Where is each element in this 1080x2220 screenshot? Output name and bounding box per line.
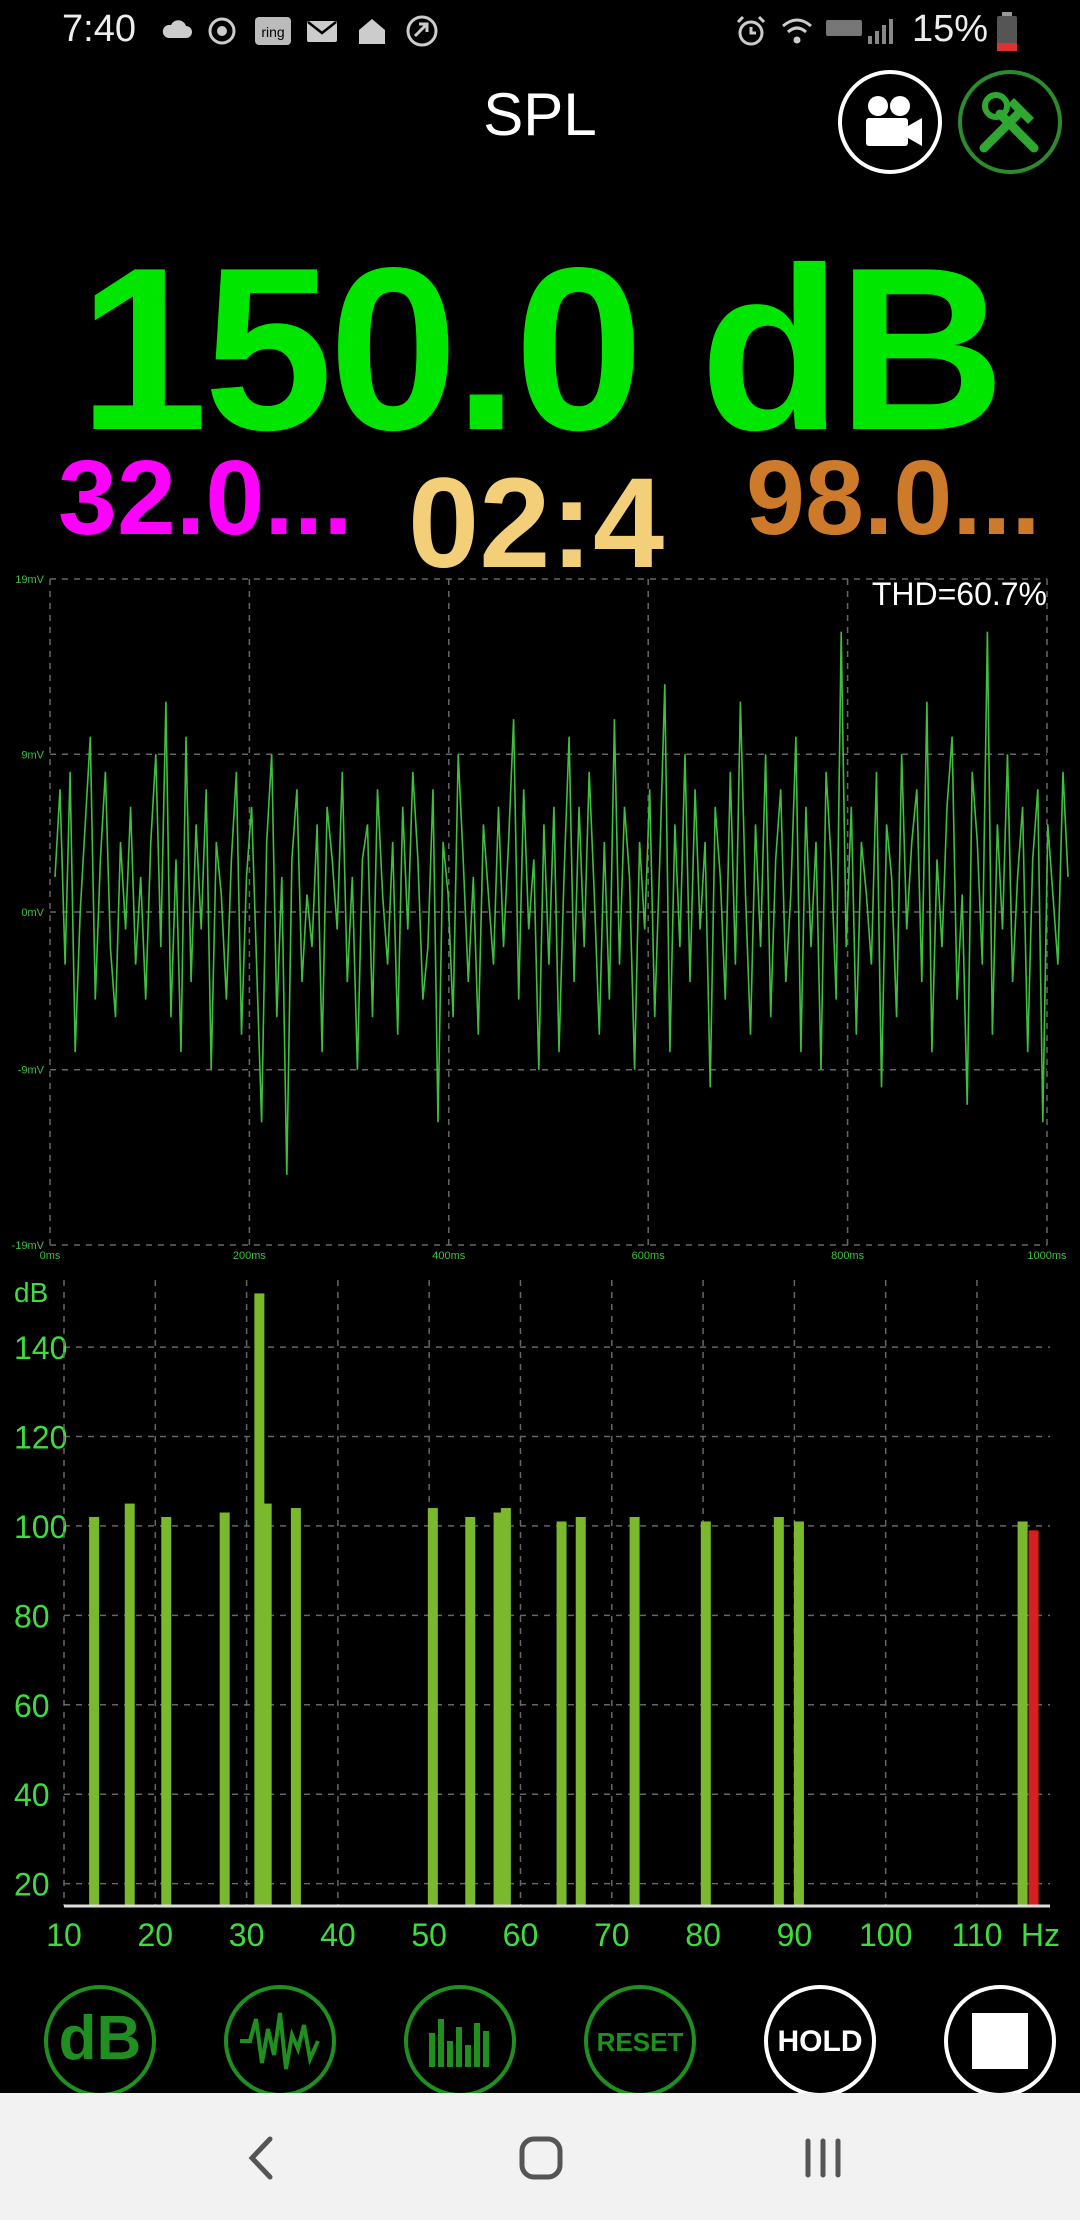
home-icon — [359, 19, 385, 44]
spectrum-bar — [500, 1508, 511, 1906]
spec-y-tick: 20 — [14, 1867, 50, 1903]
back-icon[interactable] — [240, 2133, 284, 2183]
spec-x-tick: 50 — [411, 1917, 447, 1953]
system-nav-bar — [0, 2093, 1080, 2220]
min-readout: 32.0... — [58, 439, 353, 557]
tools-icon — [979, 92, 1039, 153]
spec-x-tick: 90 — [777, 1917, 813, 1953]
hold-button[interactable]: HOLD — [764, 1985, 876, 2097]
wave-y-tick: 19mV — [15, 574, 44, 586]
reset-button[interactable]: RESET — [584, 1985, 696, 2097]
spectrum-bar — [700, 1521, 711, 1906]
spec-x-tick: 70 — [594, 1917, 630, 1953]
spec-x-tick: 60 — [503, 1917, 539, 1953]
recents-icon[interactable] — [800, 2133, 846, 2183]
spec-x-tick: 80 — [685, 1917, 721, 1953]
wave-x-tick: 600ms — [632, 1250, 666, 1262]
spectrum-bar — [261, 1503, 272, 1906]
status-bar: 7:40 ring 15% — [0, 0, 1080, 64]
spec-y-tick: 140 — [14, 1330, 67, 1366]
spec-y-tick: 80 — [14, 1598, 50, 1634]
spec-y-tick: 60 — [14, 1688, 50, 1724]
thd-label: THD=60.7% — [872, 576, 1047, 612]
status-time: 7:40 — [62, 8, 136, 50]
wave-x-tick: 1000ms — [1027, 1250, 1067, 1262]
spectrum-bar — [556, 1521, 567, 1906]
waveform-chart: 19mV9mV0mV-9mV-19mV0ms 200ms 400ms 600ms 800… — [12, 574, 1069, 1262]
video-record-button[interactable] — [838, 70, 942, 174]
spec-x-tick: 30 — [229, 1917, 265, 1953]
wave-x-tick: 800ms — [831, 1250, 865, 1262]
spl-readout: 150.0 dB — [78, 220, 1005, 479]
spectrum-bar — [290, 1508, 301, 1906]
battery-percent: 15% — [912, 8, 989, 50]
spectrum-peak-bar — [1028, 1530, 1039, 1906]
wave-y-tick: 0mV — [21, 907, 44, 919]
spectrum-chart: 20 40 60 80 100 120 140 10 20 30 40 50 60 70 80 90 100 11… — [14, 1277, 1060, 1953]
stop-icon — [972, 2013, 1028, 2069]
spectrum-bar — [629, 1516, 640, 1906]
spec-y-tick: 100 — [14, 1509, 67, 1545]
spectrum-bars-icon — [429, 2019, 489, 2067]
settings-tools-button[interactable] — [958, 70, 1062, 174]
spec-x-tick: 100 — [859, 1917, 912, 1953]
signal-icon — [868, 19, 893, 44]
spec-x-tick: 10 — [46, 1917, 82, 1953]
battery-icon — [997, 12, 1017, 51]
waveform-icon — [240, 2012, 320, 2070]
wave-x-tick: 0ms — [40, 1250, 61, 1262]
spec-y-tick: 120 — [14, 1420, 67, 1456]
home-button-icon[interactable] — [518, 2133, 564, 2183]
stop-button[interactable] — [944, 1985, 1056, 2097]
spectrum-bar — [773, 1516, 784, 1906]
cast-icon — [406, 15, 438, 47]
hold-button-label: HOLD — [778, 2025, 863, 2058]
ring-icon: ring — [255, 17, 291, 45]
spec-y-axis-label: dB — [14, 1277, 48, 1308]
spec-x-tick: 40 — [320, 1917, 356, 1953]
waveform-line — [54, 631, 1069, 1175]
spec-x-tick: 20 — [137, 1917, 173, 1953]
db-mode-button[interactable]: dB — [44, 1985, 156, 2097]
spectrum-bar — [1017, 1521, 1028, 1906]
max-readout: 98.0... — [746, 439, 1041, 557]
wave-x-tick: 200ms — [233, 1250, 267, 1262]
spec-x-axis-label: Hz — [1021, 1917, 1060, 1953]
waveform-mode-button[interactable] — [224, 1985, 336, 2097]
spec-x-tick: 110 — [951, 1917, 1002, 1953]
spectrum-bar — [124, 1503, 135, 1906]
alarm-icon — [736, 15, 766, 46]
reset-button-label: RESET — [597, 2027, 684, 2057]
spectrum-bar — [793, 1521, 804, 1906]
spectrum-bar — [465, 1516, 476, 1906]
spectrum-bar — [89, 1516, 100, 1906]
spec-y-tick: 40 — [14, 1777, 50, 1813]
db-mode-button-label: dB — [59, 2004, 142, 2073]
wave-y-tick: -9mV — [18, 1065, 45, 1077]
wave-x-tick: 400ms — [432, 1250, 466, 1262]
mail-icon — [307, 21, 337, 42]
svg-text:ring: ring — [261, 24, 284, 40]
cloud-icon — [162, 20, 192, 38]
spectrum-bar — [427, 1508, 438, 1906]
spectrum-bar — [575, 1516, 586, 1906]
sync-icon — [208, 17, 236, 45]
spectrum-mode-button[interactable] — [404, 1985, 516, 2097]
wave-y-tick: 9mV — [21, 749, 44, 761]
video-camera-icon — [866, 96, 922, 146]
spectrum-bar — [161, 1516, 172, 1906]
lte-icon — [826, 20, 862, 36]
spectrum-bar — [219, 1512, 230, 1906]
wifi-icon — [782, 18, 812, 44]
